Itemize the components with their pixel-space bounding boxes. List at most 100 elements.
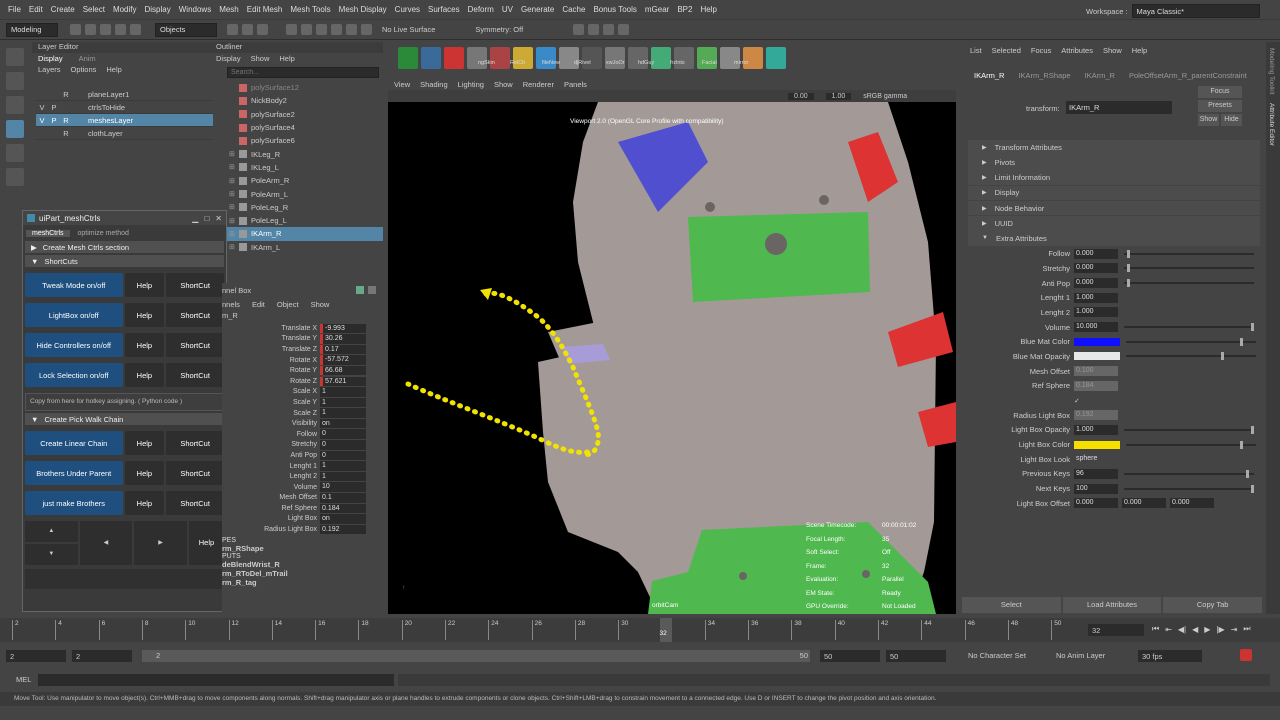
transform-field[interactable]: IKArm_R: [1066, 101, 1172, 114]
channel-value[interactable]: 30.26: [320, 334, 366, 344]
minimize-icon[interactable]: ▁: [192, 214, 198, 223]
outliner-item[interactable]: ⊞ IKLeg_R: [221, 147, 383, 160]
menu-help[interactable]: Help: [106, 65, 121, 74]
channel-row[interactable]: Rotate X -57.572: [222, 355, 382, 366]
slider-handle[interactable]: [1126, 264, 1130, 273]
attr-section[interactable]: ▼ Extra Attributes: [968, 231, 1260, 246]
tab-attribute-editor[interactable]: Attribute Editor: [1268, 103, 1275, 146]
outliner-item[interactable]: polySurface2: [221, 108, 383, 121]
focus-button[interactable]: Focus: [1198, 86, 1242, 98]
save-scene-icon[interactable]: [100, 24, 111, 35]
action-button[interactable]: Hide Controllers on/off: [25, 333, 123, 357]
menu-windows[interactable]: Windows: [175, 5, 215, 14]
attr-value[interactable]: 0.000: [1074, 263, 1118, 274]
viewport-3d[interactable]: Viewport 2.0 (OpenGL Core Profile with c…: [388, 102, 956, 614]
load-attributes-button[interactable]: Load Attributes: [1062, 597, 1162, 613]
menu-file[interactable]: File: [4, 5, 25, 14]
menu-layers[interactable]: Layers: [38, 65, 61, 74]
channel-row[interactable]: Scale X1: [222, 387, 382, 398]
move-tool-icon[interactable]: [6, 120, 24, 138]
channel-value[interactable]: 1: [320, 387, 366, 397]
render-icon[interactable]: [573, 24, 585, 35]
presets-button[interactable]: Presets: [1198, 100, 1242, 112]
action-button[interactable]: LightBox on/off: [25, 303, 123, 327]
nav-right-button[interactable]: ▶: [134, 521, 187, 565]
nav-left-button[interactable]: ◀: [79, 521, 133, 565]
attr-slider[interactable]: [1126, 352, 1256, 361]
shortcut-button[interactable]: ShortCut: [166, 303, 224, 327]
menu-list[interactable]: List: [970, 46, 982, 55]
viewport-menu-shading[interactable]: Shading: [420, 80, 448, 89]
shape-node[interactable]: rm_RShape: [222, 544, 382, 553]
action-button[interactable]: Lock Selection on/off: [25, 363, 123, 387]
menu-help[interactable]: Help: [1132, 46, 1147, 55]
attr-slider[interactable]: [1126, 337, 1256, 346]
menu-bonus-tools[interactable]: Bonus Tools: [589, 5, 640, 14]
step-forward-key-icon[interactable]: ⇥: [1231, 625, 1238, 634]
attr-value[interactable]: 1.000: [1074, 307, 1118, 318]
attr-value[interactable]: 0.100: [1074, 366, 1118, 377]
channel-value[interactable]: -57.572: [320, 355, 366, 365]
channel-value[interactable]: 0.184: [320, 503, 366, 514]
color-swatch[interactable]: [1074, 337, 1120, 346]
menu-selected[interactable]: Selected: [992, 46, 1021, 55]
show-button[interactable]: Show: [1198, 114, 1219, 126]
channel-row[interactable]: Light Box on: [222, 514, 382, 525]
snap-grid-icon[interactable]: [286, 24, 297, 35]
attr-slider[interactable]: [1124, 425, 1254, 434]
menu-generate[interactable]: Generate: [517, 5, 558, 14]
menu-create[interactable]: Create: [47, 5, 79, 14]
close-icon[interactable]: ✕: [215, 214, 222, 223]
menu-modify[interactable]: Modify: [109, 5, 141, 14]
channel-value[interactable]: 0.17: [320, 344, 366, 355]
channel-row[interactable]: Lenght 21: [222, 471, 382, 482]
tab-polearm-constraint[interactable]: PoleOffsetArm_R_parentConstraint: [1129, 71, 1247, 80]
attr-value[interactable]: 1.000: [1074, 424, 1118, 435]
menu-mesh-tools[interactable]: Mesh Tools: [286, 5, 334, 14]
attr-slider[interactable]: [1124, 469, 1254, 478]
menu-help[interactable]: Help: [279, 54, 294, 63]
menu-edit[interactable]: Edit: [252, 300, 265, 309]
channel-value[interactable]: 66.68: [320, 365, 366, 376]
exposure-value[interactable]: 0.00: [788, 92, 814, 100]
tab-ikarm-rshape[interactable]: IKArm_RShape: [1018, 71, 1070, 80]
help-button[interactable]: Help: [124, 363, 165, 387]
outliner-item[interactable]: ⊞ IKArm_L: [221, 241, 383, 254]
action-button[interactable]: Brothers Under Parent: [25, 461, 123, 485]
workspace-dropdown[interactable]: Maya Classic*: [1131, 4, 1260, 18]
channel-row[interactable]: Stretchy 0: [222, 440, 382, 451]
play-forward-icon[interactable]: ▶: [1204, 625, 1210, 634]
channel-row[interactable]: Ref Sphere 0.184: [222, 503, 382, 514]
outliner-item[interactable]: NickBody2: [221, 94, 383, 107]
colorspace-value[interactable]: sRGB gamma: [863, 93, 907, 100]
select-hierarchy-icon[interactable]: [227, 24, 238, 35]
help-button[interactable]: Help: [124, 273, 165, 297]
channel-row[interactable]: Radius Light Box 0.192: [222, 524, 382, 535]
menu-deform[interactable]: Deform: [464, 5, 498, 14]
color-swatch[interactable]: [1074, 440, 1120, 449]
menu-mgear[interactable]: mGear: [641, 5, 673, 14]
attr-value[interactable]: 0.000: [1074, 278, 1118, 289]
snap-point-icon[interactable]: [316, 24, 327, 35]
viewport-menu-view[interactable]: View: [394, 80, 410, 89]
output-node[interactable]: rm_R_tag: [222, 578, 382, 587]
shelf-tool-icon[interactable]: [766, 47, 786, 69]
help-button[interactable]: Help: [124, 303, 165, 327]
expand-icon[interactable]: ⊞: [229, 150, 239, 158]
slider-handle[interactable]: [1221, 352, 1225, 361]
outliner-item[interactable]: polySurface12: [221, 81, 383, 94]
channel-value[interactable]: 0: [320, 440, 366, 450]
snap-view-icon[interactable]: [331, 24, 342, 35]
redo-icon[interactable]: [130, 24, 141, 35]
step-back-key-icon[interactable]: ⇤: [1165, 625, 1172, 634]
attr-slider[interactable]: [1126, 440, 1256, 449]
rotate-tool-icon[interactable]: [6, 144, 24, 162]
channel-row[interactable]: Rotate Z 57.621: [222, 376, 382, 387]
nav-down-button[interactable]: ▼: [25, 544, 78, 565]
channel-value[interactable]: -9.993: [320, 323, 366, 334]
help-button[interactable]: Help: [124, 461, 165, 485]
menu-attributes[interactable]: Attributes: [1061, 46, 1093, 55]
menu-focus[interactable]: Focus: [1031, 46, 1051, 55]
shelf-tool-icon[interactable]: [398, 47, 418, 69]
channel-pin-icon[interactable]: [368, 286, 376, 294]
